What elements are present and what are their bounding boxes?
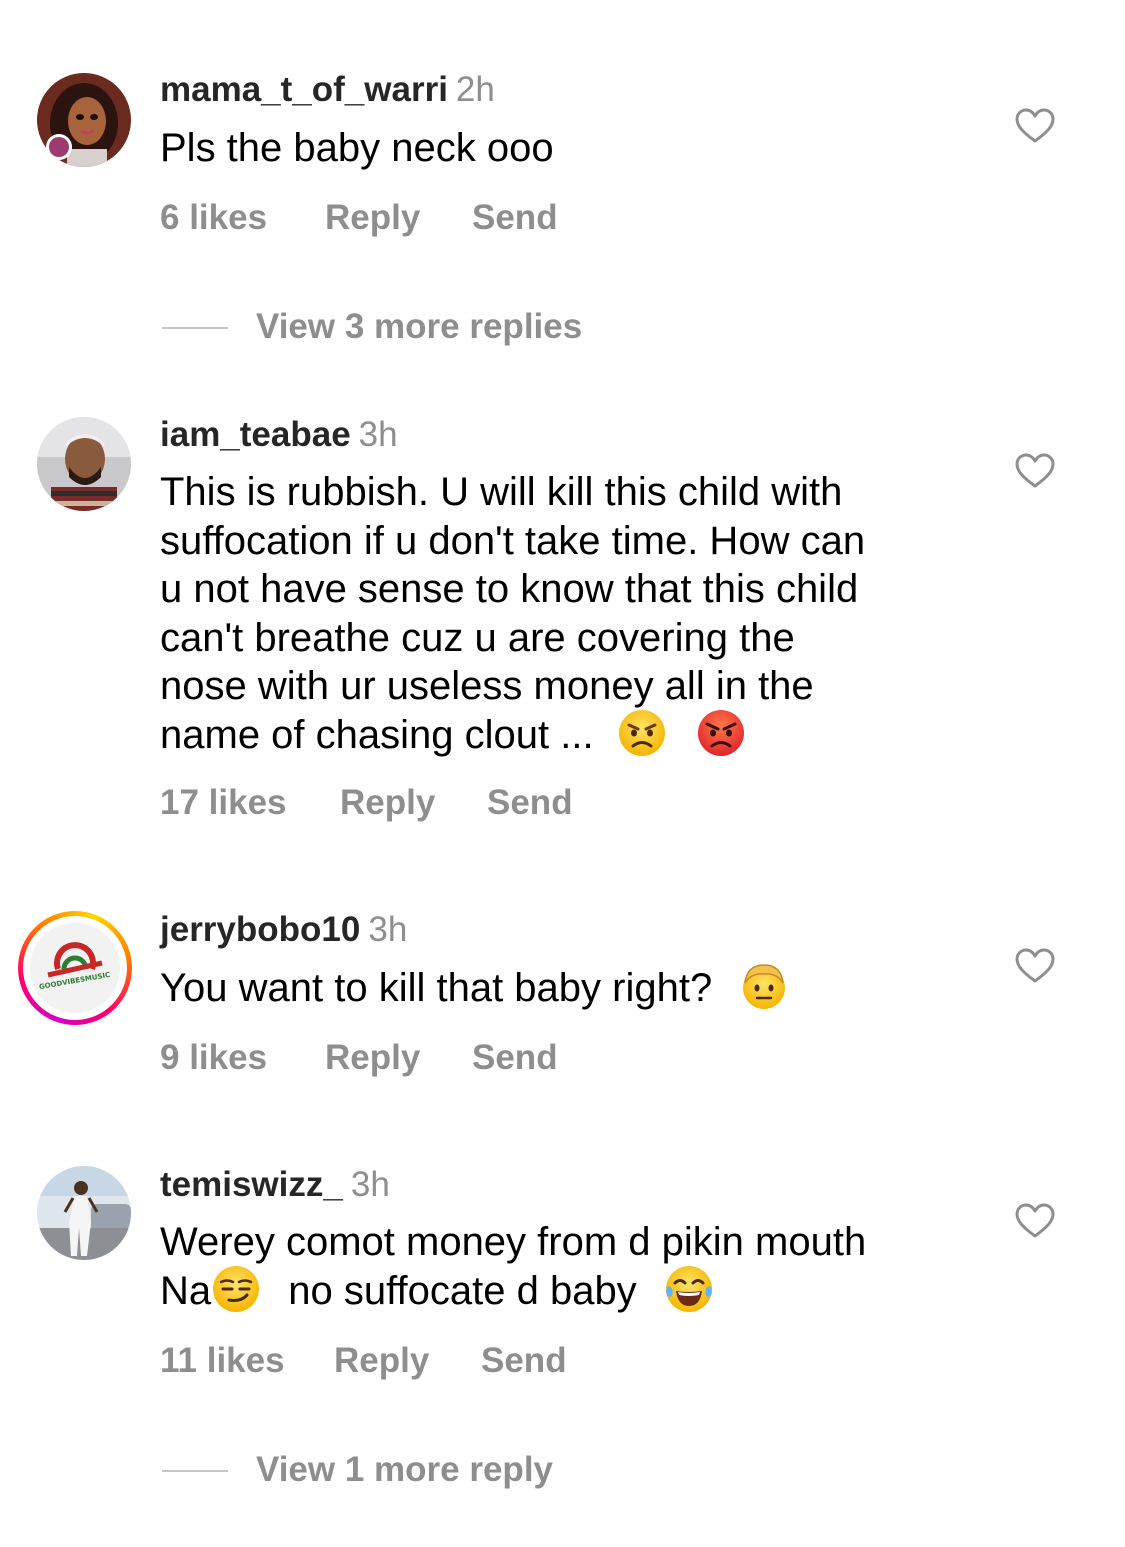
timestamp: 3h bbox=[350, 1165, 390, 1204]
comment-actions: 9 likes Reply Send bbox=[160, 1038, 558, 1078]
comment-header: jerrybobo10 3h bbox=[160, 910, 407, 950]
goodvibes-logo-icon: GOODVIBESMUSIC bbox=[30, 923, 120, 1013]
timestamp: 3h bbox=[358, 415, 398, 454]
replies-divider bbox=[162, 1470, 228, 1472]
send-button[interactable]: Send bbox=[472, 1038, 558, 1078]
comment-actions: 11 likes Reply Send bbox=[160, 1341, 567, 1381]
avatar[interactable] bbox=[37, 1166, 131, 1260]
comment-line: This is rubbish. U will kill this child … bbox=[160, 470, 843, 514]
view-replies-label[interactable]: View 1 more reply bbox=[256, 1450, 553, 1490]
comment-actions: 17 likes Reply Send bbox=[160, 783, 573, 823]
comment-last-line: You want to kill that baby right? bbox=[160, 964, 960, 1015]
blond-man-emoji bbox=[743, 964, 786, 1010]
comment-line: Na bbox=[160, 1268, 212, 1313]
username[interactable]: temiswizz_ bbox=[160, 1165, 343, 1204]
likes-count[interactable]: 9 likes bbox=[160, 1038, 325, 1078]
heart-icon[interactable] bbox=[1015, 1203, 1055, 1239]
comment-header: mama_t_of_warri 2h bbox=[160, 70, 495, 110]
comment-line: You want to kill that baby right? bbox=[160, 966, 713, 1010]
timestamp: 2h bbox=[455, 70, 495, 109]
comment-header: iam_teabae 3h bbox=[160, 415, 398, 455]
reply-button[interactable]: Reply bbox=[340, 783, 487, 823]
red-angry-face-emoji bbox=[697, 709, 744, 756]
comment-line: suffocation if u don't take time. How ca… bbox=[160, 518, 866, 563]
likes-count[interactable]: 6 likes bbox=[160, 198, 325, 238]
send-button[interactable]: Send bbox=[487, 783, 573, 823]
comment-line: no suffocate d baby bbox=[288, 1268, 637, 1313]
replies-divider bbox=[162, 327, 228, 329]
comment-text: Pls the baby neck ooo bbox=[160, 124, 960, 173]
reply-button[interactable]: Reply bbox=[325, 198, 472, 238]
comment-line: u not have sense to know that this child bbox=[160, 567, 859, 611]
avatar[interactable] bbox=[37, 417, 131, 511]
comment-line: Werey comot money from d pikin mouth bbox=[160, 1220, 867, 1264]
timestamp: 3h bbox=[368, 910, 408, 949]
story-ring-avatar[interactable]: GOODVIBESMUSIC bbox=[18, 911, 132, 1025]
comments-screen: { "comments": [ { "username": "mama_t_of… bbox=[0, 0, 1125, 1547]
comment-actions: 6 likes Reply Send bbox=[160, 198, 558, 238]
comment-line: Pls the baby neck ooo bbox=[160, 126, 554, 170]
send-button[interactable]: Send bbox=[472, 198, 558, 238]
smirking-face-emoji bbox=[213, 1265, 260, 1312]
likes-count[interactable]: 17 likes bbox=[160, 783, 340, 823]
send-button[interactable]: Send bbox=[481, 1341, 567, 1381]
username[interactable]: jerrybobo10 bbox=[160, 910, 360, 949]
unamused-angry-face-emoji bbox=[618, 709, 665, 756]
view-replies-label[interactable]: View 3 more replies bbox=[256, 307, 582, 347]
username[interactable]: mama_t_of_warri bbox=[160, 70, 448, 109]
avatar: GOODVIBESMUSIC bbox=[30, 923, 120, 1013]
comment-line: can't breathe cuz u are covering the bbox=[160, 615, 795, 660]
avatar-photo-icon bbox=[37, 417, 131, 511]
comment-line: nose with ur useless money all in the bbox=[160, 664, 814, 708]
comment-last-line: Na no suffocate d baby bbox=[160, 1265, 960, 1318]
reply-button[interactable]: Reply bbox=[325, 1038, 472, 1078]
comment-line: name of chasing clout ... bbox=[160, 712, 594, 757]
comment-text: You want to kill that baby right? bbox=[160, 964, 960, 1015]
heart-icon[interactable] bbox=[1015, 108, 1055, 144]
avatar-photo-icon bbox=[37, 1166, 131, 1260]
comment-last-line: name of chasing clout ... bbox=[160, 709, 960, 762]
avatar-photo-icon bbox=[37, 73, 131, 167]
username[interactable]: iam_teabae bbox=[160, 415, 351, 454]
comment-text: This is rubbish. U will kill this child … bbox=[160, 468, 960, 762]
comment-header: temiswizz_ 3h bbox=[160, 1165, 390, 1205]
tears-of-joy-emoji bbox=[665, 1265, 712, 1312]
heart-icon[interactable] bbox=[1015, 948, 1055, 984]
avatar[interactable] bbox=[37, 73, 131, 167]
heart-icon[interactable] bbox=[1015, 453, 1055, 489]
reply-button[interactable]: Reply bbox=[334, 1341, 481, 1381]
comment-text: Werey comot money from d pikin mouth Na … bbox=[160, 1218, 960, 1318]
likes-count[interactable]: 11 likes bbox=[160, 1341, 334, 1381]
